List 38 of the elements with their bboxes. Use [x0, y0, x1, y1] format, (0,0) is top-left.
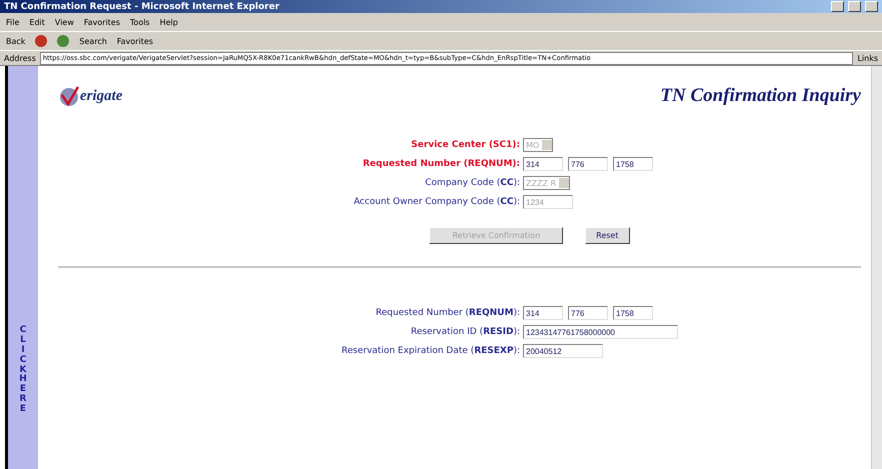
input-field[interactable]: 314: [523, 306, 563, 320]
input-field[interactable]: 776: [568, 306, 608, 320]
menu-item[interactable]: Help: [160, 18, 178, 26]
field-label: Reservation Expiration Date (RESEXP):: [340, 346, 520, 356]
stop-icon[interactable]: [35, 35, 48, 47]
links-label[interactable]: Links: [857, 54, 878, 62]
maximize-button[interactable]: [848, 1, 861, 12]
input-field[interactable]: 1758: [613, 306, 653, 320]
field-label: Requested Number (REQNUM):: [374, 308, 520, 318]
close-button[interactable]: [865, 1, 878, 12]
menu-item[interactable]: View: [54, 18, 74, 26]
scrollbar[interactable]: [871, 66, 882, 469]
page-heading: TN Confirmation Inquiry: [660, 85, 861, 107]
form-button[interactable]: Reset: [585, 227, 630, 244]
input-field[interactable]: 314: [523, 157, 563, 171]
logo-text: erigate: [80, 88, 122, 104]
field-label: Company Code (CC):: [424, 178, 520, 188]
search-button[interactable]: Search: [79, 36, 107, 46]
field-label: Reservation ID (RESID):: [410, 327, 520, 337]
input-field[interactable]: 776: [568, 157, 608, 171]
address-label: Address: [4, 54, 36, 62]
field-label: Account Owner Company Code (CC):: [352, 197, 520, 207]
menu-item[interactable]: Edit: [29, 18, 45, 26]
input-field[interactable]: 20040512: [523, 344, 603, 358]
field-label: Service Center (SC1):: [410, 140, 520, 150]
side-tab[interactable]: CLICK HERE: [5, 66, 38, 469]
logo-icon: [58, 85, 80, 107]
input-field[interactable]: 1758: [613, 157, 653, 171]
minimize-button[interactable]: [831, 1, 844, 12]
menu-item[interactable]: File: [6, 18, 20, 26]
window-title: TN Confirmation Request - Microsoft Internet Explorer: [4, 2, 280, 12]
menu-item[interactable]: Tools: [130, 18, 150, 26]
back-button[interactable]: Back: [6, 36, 26, 46]
refresh-icon[interactable]: [57, 35, 70, 47]
menu-item[interactable]: Favorites: [84, 18, 120, 26]
input-field[interactable]: 12343147761758000000: [523, 325, 678, 339]
favorites-button[interactable]: Favorites: [116, 36, 154, 46]
field-label: Requested Number (REQNUM):: [362, 159, 520, 169]
